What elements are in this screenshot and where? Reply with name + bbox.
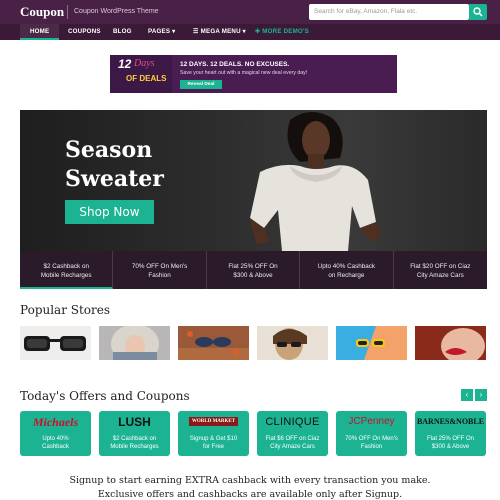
offer-text-line: City Amaze Cars	[270, 444, 315, 450]
prev-arrow-button[interactable]: ‹	[461, 389, 473, 401]
signup-line2: Exclusive offers and cashbacks are avail…	[97, 489, 403, 500]
offer-text-line: 70% OFF On Men's	[345, 436, 398, 442]
store-thumbnail[interactable]	[20, 326, 91, 360]
search-input[interactable]: Search for eBay, Amazon, Flala etc.	[309, 4, 469, 20]
offer-text-line: Flat $6 OFF on Ciaz	[265, 436, 320, 442]
offer-text: $2 Cashback on Mobile Recharges	[101, 435, 168, 451]
hero-title-line2: Sweater	[65, 166, 164, 192]
signup-message: Signup to start earning EXTRA cashback w…	[0, 474, 500, 500]
nav-blog[interactable]: BLOG	[113, 24, 132, 40]
strip-item[interactable]: 70% OFF On Men's Fashion	[113, 251, 207, 289]
winter-fashion-photo	[99, 326, 170, 360]
signup-line1: Signup to start earning EXTRA cashback w…	[69, 475, 431, 486]
world-market-logo-text: WORLD MARKET	[188, 417, 239, 426]
store-thumbnail[interactable]	[415, 326, 486, 360]
offer-text: Flat 25% OFF On $300 & Above	[417, 435, 484, 451]
hero-title-line1: Season	[65, 137, 153, 163]
offer-card[interactable]: BARNES&NOBLE Flat 25% OFF On $300 & Abov…	[415, 411, 486, 456]
ad-subline: Save your heart out with a magical new d…	[180, 70, 308, 76]
search-button[interactable]	[469, 4, 487, 20]
hero-slider: Season Sweater Shop Now $2 Cashback on M…	[20, 110, 487, 289]
strip-item-line: Flat $20 OFF on Ciaz	[410, 263, 471, 270]
strip-item-line: on Recharge	[328, 272, 365, 279]
store-thumbnail[interactable]	[99, 326, 170, 360]
hero-deal-strip: $2 Cashback on Mobile Recharges 70% OFF …	[20, 251, 487, 289]
nav-pages[interactable]: PAGES ▾	[148, 24, 175, 40]
strip-item-line: $300 & Above	[233, 272, 273, 279]
sneakers-photo	[178, 326, 249, 360]
store-thumbnail[interactable]	[257, 326, 328, 360]
strip-item[interactable]: Upto 40% Cashback on Recharge	[300, 251, 394, 289]
strip-item[interactable]: Flat $20 OFF on Ciaz City Amaze Cars	[394, 251, 487, 289]
ad-logo-block: 12 Days OF DEALS	[110, 55, 172, 93]
offer-text-line: $300 & Above	[431, 444, 470, 450]
store-thumbnail[interactable]	[178, 326, 249, 360]
offer-text-line: Fashion	[360, 444, 383, 450]
offer-text-line: $2 Cashback on	[112, 436, 157, 442]
nav-more-demos[interactable]: ✚ MORE DEMO'S	[255, 24, 309, 40]
offer-card[interactable]: Michaels Upto 40% Cashback	[20, 411, 91, 456]
ad-banner[interactable]: 12 Days OF DEALS 12 DAYS. 12 DEALS. NO E…	[110, 55, 397, 93]
strip-item-line: City Amaze Cars	[416, 272, 464, 279]
offer-text-line: Signup & Get $10	[189, 436, 238, 442]
strip-item-line: Flat 25% OFF On	[228, 263, 278, 270]
woman-sunglasses-photo	[257, 326, 328, 360]
world-market-logo: WORLD MARKET	[178, 415, 249, 429]
clinique-logo: CLINIQUE	[265, 416, 320, 428]
hero-title: Season Sweater	[65, 136, 164, 194]
nav-home[interactable]: HOME	[20, 24, 60, 40]
nav-coupons[interactable]: COUPONS	[68, 24, 101, 40]
offer-card[interactable]: WORLD MARKET Signup & Get $10 for Free	[178, 411, 249, 456]
strip-item-line: Mobile Recharges	[40, 272, 92, 279]
offer-text-line: Flat 25% OFF On	[426, 436, 474, 442]
offer-text: Flat $6 OFF on Ciaz City Amaze Cars	[259, 435, 326, 451]
shop-now-button[interactable]: Shop Now	[65, 200, 154, 224]
popular-stores-title: Popular Stores	[20, 303, 111, 317]
michaels-logo: Michaels	[32, 415, 79, 429]
glasses-photo	[20, 326, 91, 360]
strip-item-line: Upto 40% Cashback	[317, 263, 376, 270]
offer-card[interactable]: CLINIQUE Flat $6 OFF on Ciaz City Amaze …	[257, 411, 328, 456]
offer-text: 70% OFF On Men's Fashion	[338, 435, 405, 451]
yellow-sunglasses-photo	[336, 326, 407, 360]
ad-number: 12	[118, 57, 132, 71]
site-tagline: Coupon WordPress Theme	[67, 5, 159, 19]
offer-card[interactable]: LUSH $2 Cashback on Mobile Recharges	[99, 411, 170, 456]
offer-text: Signup & Get $10 for Free	[180, 435, 247, 451]
strip-item[interactable]: Flat 25% OFF On $300 & Above	[207, 251, 301, 289]
nav-mega-menu[interactable]: ☰ MEGA MENU ▾	[193, 24, 246, 40]
next-arrow-button[interactable]: ›	[475, 389, 487, 401]
ad-days-text: Days	[134, 58, 155, 69]
red-lips-photo	[415, 326, 486, 360]
offers-title: Today's Offers and Coupons	[20, 389, 190, 403]
search-icon	[473, 7, 483, 17]
reveal-deal-button[interactable]: Reveal Deal	[180, 80, 222, 89]
offer-card[interactable]: JCPenney 70% OFF On Men's Fashion	[336, 411, 407, 456]
strip-item[interactable]: $2 Cashback on Mobile Recharges	[20, 251, 114, 289]
lush-logo: LUSH	[118, 415, 151, 429]
offer-text-line: Mobile Recharges	[110, 444, 159, 450]
ad-deals-text: OF DEALS	[126, 74, 167, 83]
barnes-noble-logo: BARNES&NOBLE	[416, 417, 485, 426]
offer-text: Upto 40% Cashback	[22, 435, 89, 451]
offer-text-line: Upto 40%	[42, 436, 69, 442]
model-photo	[250, 111, 382, 251]
offer-text-line: Cashback	[42, 444, 69, 450]
site-logo[interactable]: Coupon	[20, 4, 64, 20]
strip-item-line: $2 Cashback on	[43, 263, 89, 270]
strip-item-line: Fashion	[148, 272, 171, 279]
offer-text-line: for Free	[202, 444, 224, 450]
strip-item-line: 70% OFF On Men's	[131, 263, 188, 270]
jcpenney-logo: JCPenney	[348, 416, 395, 427]
store-thumbnail[interactable]	[336, 326, 407, 360]
top-header: Coupon Coupon WordPress Theme Search for…	[0, 0, 500, 24]
main-nav: HOME COUPONS BLOG PAGES ▾ ☰ MEGA MENU ▾ …	[0, 24, 500, 40]
ad-headline: 12 DAYS. 12 DEALS. NO EXCUSES.	[180, 61, 290, 68]
